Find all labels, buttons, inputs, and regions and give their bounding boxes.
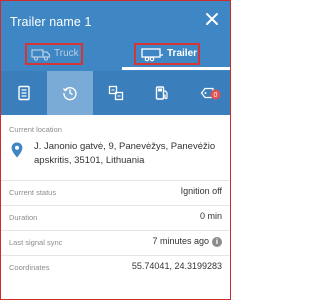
panel-header: Trailer name 1 Truck Trailer — [1, 1, 230, 71]
coordinates-label: Coordinates — [9, 263, 50, 272]
current-status-value: Ignition off — [180, 186, 222, 196]
coordinates-row: Coordinates 55.74041, 24.3199283 — [1, 256, 230, 280]
info-icon[interactable]: i — [212, 237, 222, 247]
current-status-label: Current status — [9, 188, 57, 197]
last-signal-sync-row: Last signal sync 7 minutes ago i — [1, 231, 230, 255]
truck-icon — [31, 49, 51, 61]
swap-icon — [108, 85, 124, 101]
selected-segment-indicator — [122, 67, 230, 70]
trailer-toggle-label: Trailer — [167, 48, 198, 59]
current-location-address: J. Janonio gatvė, 9, Panevėžys, Panevėži… — [34, 141, 216, 166]
coordinates-value: 55.74041, 24.3199283 — [131, 261, 222, 271]
last-signal-sync-value-group: 7 minutes ago i — [152, 236, 222, 247]
tab-notifications[interactable]: 0 — [185, 71, 230, 115]
tab-fuel[interactable] — [139, 71, 185, 115]
tab-history[interactable] — [47, 71, 93, 115]
duration-value: 0 min — [199, 211, 222, 221]
last-signal-sync-value: 7 minutes ago — [152, 236, 209, 246]
status-row: Current status Ignition off — [1, 181, 230, 205]
trailer-icon — [141, 48, 163, 62]
history-icon — [62, 86, 77, 101]
tab-bar: 0 — [1, 71, 230, 115]
trailer-toggle-button[interactable]: Trailer — [134, 43, 200, 65]
current-location-label: Current location — [9, 125, 62, 134]
trailer-details-panel: Trailer name 1 Truck Trailer 0 Current l… — [0, 0, 231, 300]
last-signal-sync-label: Last signal sync — [9, 238, 63, 247]
panel-title: Trailer name 1 — [10, 15, 92, 29]
close-icon[interactable] — [204, 11, 220, 27]
duration-label: Duration — [9, 213, 38, 222]
notification-tag-icon: 0 — [200, 87, 221, 100]
document-icon — [18, 85, 30, 101]
tab-details[interactable] — [1, 71, 47, 115]
tab-transfer[interactable] — [93, 71, 139, 115]
truck-toggle-label: Truck — [54, 48, 79, 59]
fuel-icon — [155, 86, 168, 100]
truck-toggle-button[interactable]: Truck — [25, 43, 83, 65]
location-pin-icon — [11, 142, 23, 158]
duration-row: Duration 0 min — [1, 206, 230, 230]
notification-badge-count: 0 — [214, 92, 218, 99]
